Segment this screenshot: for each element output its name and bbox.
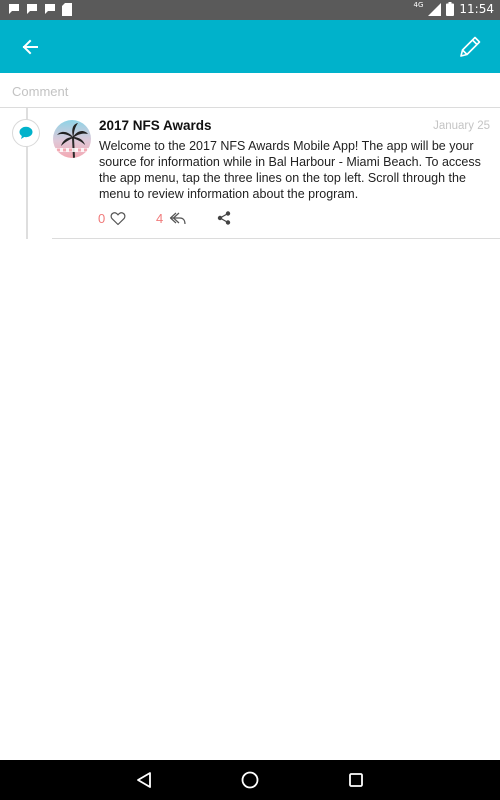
signal-icon: [428, 2, 442, 16]
edit-button[interactable]: [454, 31, 486, 63]
post-date: January 25: [433, 120, 490, 132]
avatar[interactable]: [53, 120, 91, 158]
post-title: 2017 NFS Awards: [99, 118, 212, 133]
heart-icon[interactable]: [110, 211, 126, 226]
chat-notification-icon: [27, 4, 37, 14]
system-nav-bar: [0, 760, 500, 800]
home-circle-icon[interactable]: [241, 771, 259, 789]
comment-box: [0, 73, 500, 108]
sd-card-icon: [62, 3, 72, 16]
share-icon[interactable]: [216, 210, 232, 226]
chat-bubble-icon: [19, 126, 33, 139]
pencil-icon: [460, 36, 481, 57]
palm-tree-logo: [53, 120, 91, 158]
like-count: 0: [98, 211, 106, 226]
app-bar: [0, 20, 500, 73]
network-type: 4G: [413, 1, 424, 9]
back-button[interactable]: [14, 32, 46, 62]
status-bar: 4G 11:54: [0, 0, 500, 20]
comment-input[interactable]: [10, 79, 484, 103]
arrow-left-icon: [22, 39, 38, 55]
post-divider: [52, 238, 500, 239]
notification-icons: [8, 3, 72, 16]
recents-square-icon[interactable]: [348, 772, 364, 788]
post-body: Welcome to the 2017 NFS Awards Mobile Ap…: [99, 139, 481, 201]
reply-icon[interactable]: [169, 211, 187, 226]
clock: 11:54: [459, 2, 494, 16]
reply-count: 4: [156, 211, 164, 226]
back-triangle-icon[interactable]: [136, 771, 152, 789]
battery-icon: [446, 2, 455, 16]
chat-notification-icon: [9, 4, 19, 14]
system-icons: 4G 11:54: [413, 1, 494, 16]
chat-notification-icon: [45, 4, 55, 14]
timeline-marker: [12, 119, 40, 147]
